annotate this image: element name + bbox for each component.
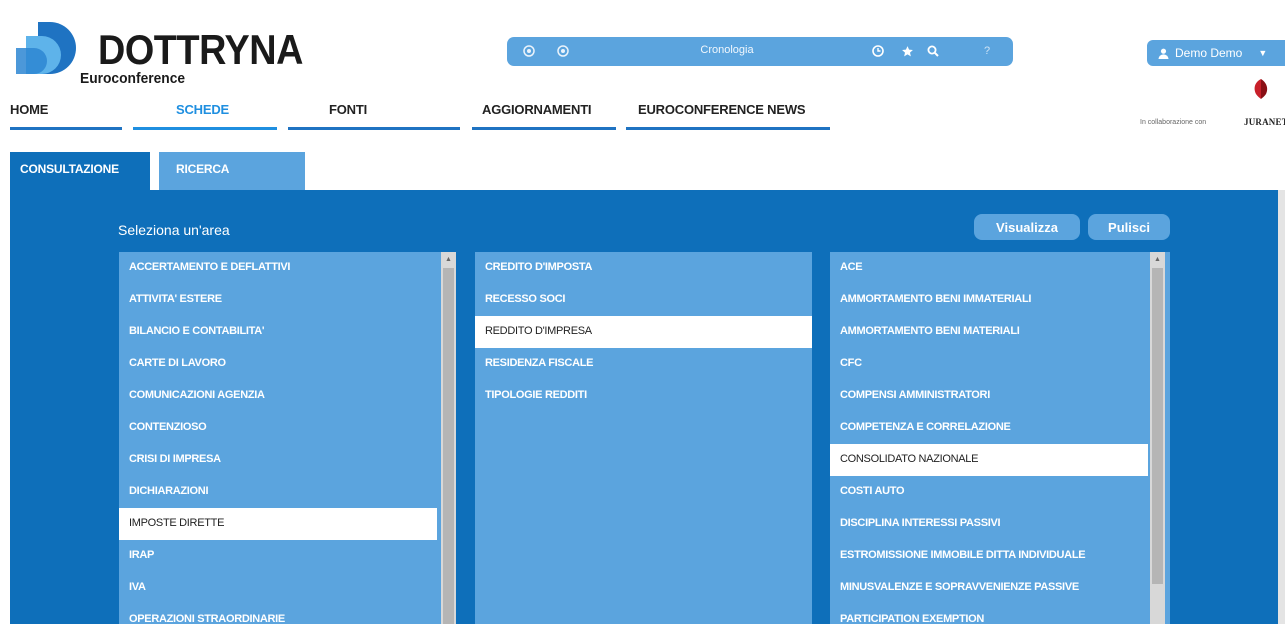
nav-home[interactable]: HOME xyxy=(10,100,122,130)
list-item[interactable]: CARTE DI LAVORO xyxy=(119,348,437,380)
history-label[interactable]: Cronologia xyxy=(687,44,767,56)
app-root: DOTTRYNA Euroconference HOME SCHEDE FONT… xyxy=(0,0,1285,624)
subarea-list[interactable]: CREDITO D'IMPOSTA RECESSO SOCI REDDITO D… xyxy=(475,252,812,624)
list-item[interactable]: TIPOLOGIE REDDITI xyxy=(475,380,812,412)
pulisci-button[interactable]: Pulisci xyxy=(1088,214,1170,240)
list-item[interactable]: ACCERTAMENTO E DEFLATTIVI xyxy=(119,252,437,284)
forward-icon[interactable] xyxy=(555,43,571,59)
nav-schede[interactable]: SCHEDE xyxy=(133,100,277,130)
list-item[interactable]: COSTI AUTO xyxy=(830,476,1148,508)
help-icon[interactable]: ? xyxy=(979,43,995,59)
history-toolbar: Cronologia ? xyxy=(507,37,1013,66)
clock-icon[interactable] xyxy=(870,43,886,59)
list-item[interactable]: MINUSVALENZE E SOPRAVVENIENZE PASSIVE xyxy=(830,572,1148,604)
list-item[interactable]: CREDITO D'IMPOSTA xyxy=(475,252,812,284)
visualizza-button[interactable]: Visualizza xyxy=(974,214,1080,240)
scrollbar-thumb[interactable] xyxy=(1152,268,1163,584)
list-item[interactable]: OPERAZIONI STRAORDINARIE xyxy=(119,604,437,624)
partner-name[interactable]: JURANET xyxy=(1244,117,1285,127)
user-icon xyxy=(1158,48,1169,59)
logo[interactable]: DOTTRYNA Euroconference xyxy=(14,22,303,92)
scrollbar-thumb[interactable] xyxy=(443,268,454,624)
list-item[interactable]: IVA xyxy=(119,572,437,604)
area-list[interactable]: ACCERTAMENTO E DEFLATTIVI ATTIVITA' ESTE… xyxy=(119,252,456,624)
user-menu-button[interactable]: Demo Demo ▼ xyxy=(1147,40,1285,66)
partner-text: In collaborazione con xyxy=(1140,119,1207,126)
list-item[interactable]: ESTROMISSIONE IMMOBILE DITTA INDIVIDUALE xyxy=(830,540,1148,572)
list-item[interactable]: CONTENZIOSO xyxy=(119,412,437,444)
scroll-up-icon[interactable]: ▲ xyxy=(1150,252,1165,267)
list-item[interactable]: COMPETENZA E CORRELAZIONE xyxy=(830,412,1148,444)
logo-title: DOTTRYNA xyxy=(98,26,303,73)
list-item[interactable]: CFC xyxy=(830,348,1148,380)
consultation-panel: Seleziona un'area Visualizza Pulisci ACC… xyxy=(10,190,1285,624)
logo-subtitle: Euroconference xyxy=(80,70,186,87)
list-item[interactable]: CRISI DI IMPRESA xyxy=(119,444,437,476)
list-item[interactable]: IRAP xyxy=(119,540,437,572)
topic-list-scrollbar[interactable]: ▲ xyxy=(1150,252,1165,624)
juranet-logo-icon xyxy=(1254,79,1268,99)
search-icon[interactable] xyxy=(925,43,941,59)
list-item[interactable]: DISCIPLINA INTERESSI PASSIVI xyxy=(830,508,1148,540)
nav-fonti[interactable]: FONTI xyxy=(288,100,460,130)
list-item-selected[interactable]: IMPOSTE DIRETTE xyxy=(119,508,437,540)
tab-ricerca[interactable]: RICERCA xyxy=(159,152,305,190)
back-icon[interactable] xyxy=(521,43,537,59)
list-item[interactable]: DICHIARAZIONI xyxy=(119,476,437,508)
list-item[interactable]: RESIDENZA FISCALE xyxy=(475,348,812,380)
list-item[interactable]: PARTICIPATION EXEMPTION xyxy=(830,604,1148,624)
nav-aggiornamenti[interactable]: AGGIORNAMENTI xyxy=(472,100,616,130)
nav-euroconference-news[interactable]: EUROCONFERENCE NEWS xyxy=(626,100,830,130)
user-name: Demo Demo xyxy=(1175,46,1243,60)
chevron-down-icon: ▼ xyxy=(1258,48,1268,58)
panel-title: Seleziona un'area xyxy=(118,222,230,238)
list-item[interactable]: RECESSO SOCI xyxy=(475,284,812,316)
logo-mark-icon xyxy=(16,22,76,74)
area-list-scrollbar[interactable]: ▲ xyxy=(441,252,456,624)
tab-consultazione[interactable]: CONSULTAZIONE xyxy=(10,152,150,190)
list-item-selected[interactable]: CONSOLIDATO NAZIONALE xyxy=(830,444,1148,476)
scroll-up-icon[interactable]: ▲ xyxy=(441,252,456,267)
list-item[interactable]: COMUNICAZIONI AGENZIA xyxy=(119,380,437,412)
list-item[interactable]: ACE xyxy=(830,252,1148,284)
star-icon[interactable] xyxy=(899,43,915,59)
topic-list[interactable]: ACE AMMORTAMENTO BENI IMMATERIALI AMMORT… xyxy=(830,252,1170,624)
list-item[interactable]: ATTIVITA' ESTERE xyxy=(119,284,437,316)
list-item[interactable]: AMMORTAMENTO BENI MATERIALI xyxy=(830,316,1148,348)
page-scrollbar[interactable] xyxy=(1278,190,1285,624)
list-item[interactable]: AMMORTAMENTO BENI IMMATERIALI xyxy=(830,284,1148,316)
list-item[interactable]: BILANCIO E CONTABILITA' xyxy=(119,316,437,348)
list-item[interactable]: COMPENSI AMMINISTRATORI xyxy=(830,380,1148,412)
list-item-selected[interactable]: REDDITO D'IMPRESA xyxy=(475,316,812,348)
